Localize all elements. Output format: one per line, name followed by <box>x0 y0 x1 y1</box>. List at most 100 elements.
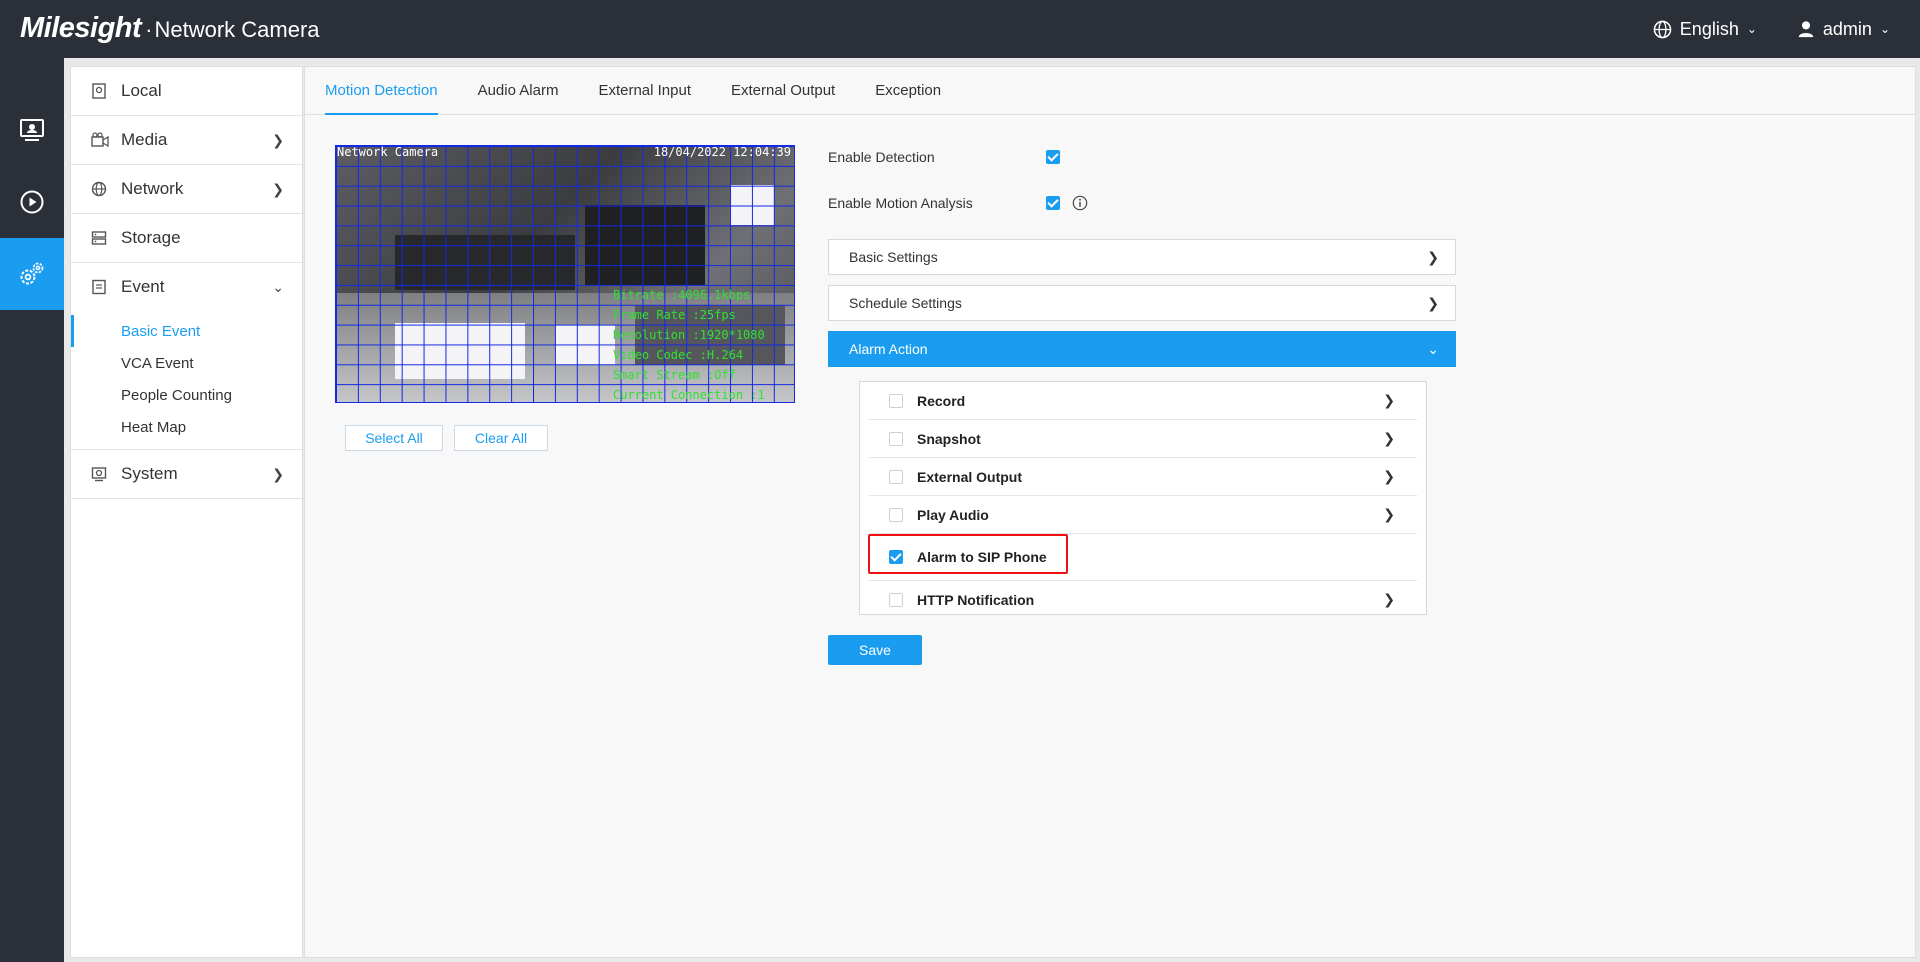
action-label: Play Audio <box>917 506 989 523</box>
event-tabs: Motion Detection Audio Alarm External In… <box>305 67 1915 115</box>
action-external-output[interactable]: External Output ❯ <box>869 458 1417 496</box>
chevron-right-icon: ❯ <box>1427 294 1439 311</box>
enable-detection-label: Enable Detection <box>828 149 935 165</box>
sidebar-item-label: Storage <box>121 228 181 247</box>
action-label: Snapshot <box>917 430 981 447</box>
record-checkbox[interactable] <box>889 393 903 408</box>
user-menu[interactable]: admin ⌄ <box>1797 19 1890 40</box>
action-label: HTTP Notification <box>917 591 1035 608</box>
storage-icon <box>91 230 111 246</box>
sidebar-item-media[interactable]: Media ❯ <box>71 116 302 165</box>
submenu-basic-event[interactable]: Basic Event <box>71 315 302 347</box>
osd-stats: Bitrate :4096.1kbps Frame Rate :25fps Re… <box>613 285 765 403</box>
system-icon <box>91 466 111 482</box>
action-snapshot[interactable]: Snapshot ❯ <box>869 420 1417 458</box>
tab-external-input[interactable]: External Input <box>598 67 691 114</box>
chevron-right-icon[interactable]: ❯ <box>1383 468 1395 485</box>
action-play-audio[interactable]: Play Audio ❯ <box>869 496 1417 534</box>
app-title: Network Camera <box>154 17 320 42</box>
chevron-right-icon: ❯ <box>272 180 284 197</box>
osd-stat-line: Current Connection :1 <box>613 388 765 402</box>
action-alarm-to-sip-phone[interactable]: Alarm to SIP Phone <box>868 534 1417 581</box>
clear-all-button[interactable]: Clear All <box>454 425 548 451</box>
osd-stat-line: Video Codec :H.264 <box>613 348 744 362</box>
nav-rail <box>0 58 64 962</box>
sidebar-item-system[interactable]: System ❯ <box>71 450 302 499</box>
language-selector[interactable]: English ⌄ <box>1653 19 1757 40</box>
user-label: admin <box>1822 18 1872 39</box>
sidebar-item-label: Network <box>121 179 184 198</box>
brand-separator: · <box>145 17 153 42</box>
local-icon <box>91 83 111 99</box>
enable-motion-analysis-label: Enable Motion Analysis <box>828 195 973 211</box>
enable-motion-analysis-checkbox[interactable] <box>1046 196 1060 210</box>
info-icon[interactable] <box>1072 195 1088 211</box>
action-record[interactable]: Record ❯ <box>869 382 1417 420</box>
osd-camera-name: Network Camera <box>337 145 439 159</box>
tab-audio-alarm[interactable]: Audio Alarm <box>478 67 559 114</box>
chevron-down-icon: ⌄ <box>1879 22 1890 36</box>
chevron-right-icon: ❯ <box>272 465 284 482</box>
chevron-right-icon[interactable]: ❯ <box>1383 591 1395 608</box>
submenu-people-counting[interactable]: People Counting <box>71 379 302 411</box>
sidebar-item-event[interactable]: Event ⌄ <box>71 263 302 311</box>
accordion-label: Alarm Action <box>849 341 928 357</box>
rail-playback[interactable] <box>0 166 64 238</box>
chevron-right-icon[interactable]: ❯ <box>1383 506 1395 523</box>
play-audio-checkbox[interactable] <box>889 507 903 522</box>
event-submenu: Basic Event VCA Event People Counting He… <box>71 311 302 450</box>
media-icon <box>91 132 111 148</box>
sip-phone-checkbox[interactable] <box>889 550 903 564</box>
settings-sidebar: Local Media ❯ Network ❯ Storage Event ⌄ … <box>70 66 303 958</box>
chevron-down-icon: ⌄ <box>272 278 284 295</box>
motion-grid-preview[interactable]: Network Camera 18/04/2022 12:04:39 Bitra… <box>335 145 795 403</box>
basic-settings-accordion[interactable]: Basic Settings ❯ <box>828 239 1456 275</box>
main-panel: Motion Detection Audio Alarm External In… <box>304 66 1916 958</box>
submenu-vca-event[interactable]: VCA Event <box>71 347 302 379</box>
tab-exception[interactable]: Exception <box>875 67 941 114</box>
tab-motion-detection[interactable]: Motion Detection <box>325 67 438 115</box>
external-output-checkbox[interactable] <box>889 469 903 484</box>
osd-stat-line: Smart Stream :Off <box>613 368 736 382</box>
sidebar-item-storage[interactable]: Storage <box>71 214 302 263</box>
action-label: External Output <box>917 468 1023 485</box>
chevron-right-icon[interactable]: ❯ <box>1383 430 1395 447</box>
globe-icon <box>1653 20 1672 38</box>
accordion-label: Basic Settings <box>849 249 938 265</box>
milesight-logo: Milesight <box>20 12 142 44</box>
globe-icon <box>91 181 111 197</box>
sidebar-item-label: Local <box>121 81 162 100</box>
brand: Milesight · Network Camera <box>20 12 320 46</box>
action-http-notification[interactable]: HTTP Notification ❯ <box>869 581 1417 618</box>
enable-motion-analysis-row: Enable Motion Analysis <box>828 195 1088 211</box>
enable-detection-checkbox[interactable] <box>1046 150 1060 164</box>
sidebar-item-label: Media <box>121 130 168 149</box>
event-icon <box>91 279 111 295</box>
chevron-right-icon: ❯ <box>272 131 284 148</box>
snapshot-checkbox[interactable] <box>889 431 903 446</box>
action-label: Record <box>917 392 966 409</box>
sidebar-item-network[interactable]: Network ❯ <box>71 165 302 214</box>
language-label: English <box>1679 18 1739 39</box>
tab-external-output[interactable]: External Output <box>731 67 835 114</box>
save-button[interactable]: Save <box>828 635 922 665</box>
chevron-right-icon: ❯ <box>1427 248 1439 265</box>
enable-detection-row: Enable Detection <box>828 149 1060 165</box>
top-bar: Milesight · Network Camera English ⌄ adm… <box>0 0 1920 58</box>
osd-datetime: 18/04/2022 12:04:39 <box>653 145 791 159</box>
action-label: Alarm to SIP Phone <box>917 549 1047 565</box>
rail-live-view[interactable] <box>0 94 64 166</box>
rail-settings[interactable] <box>0 238 64 310</box>
alarm-action-accordion[interactable]: Alarm Action ⌄ <box>828 331 1456 367</box>
submenu-heat-map[interactable]: Heat Map <box>71 411 302 443</box>
http-notification-checkbox[interactable] <box>889 592 903 607</box>
sidebar-item-local[interactable]: Local <box>71 67 302 116</box>
select-all-button[interactable]: Select All <box>345 425 443 451</box>
chevron-right-icon[interactable]: ❯ <box>1383 392 1395 409</box>
chevron-down-icon: ⌄ <box>1746 22 1757 36</box>
sidebar-item-label: Event <box>121 277 165 296</box>
playback-icon <box>20 190 44 214</box>
schedule-settings-accordion[interactable]: Schedule Settings ❯ <box>828 285 1456 321</box>
live-view-icon <box>20 119 44 141</box>
user-icon <box>1798 21 1814 38</box>
